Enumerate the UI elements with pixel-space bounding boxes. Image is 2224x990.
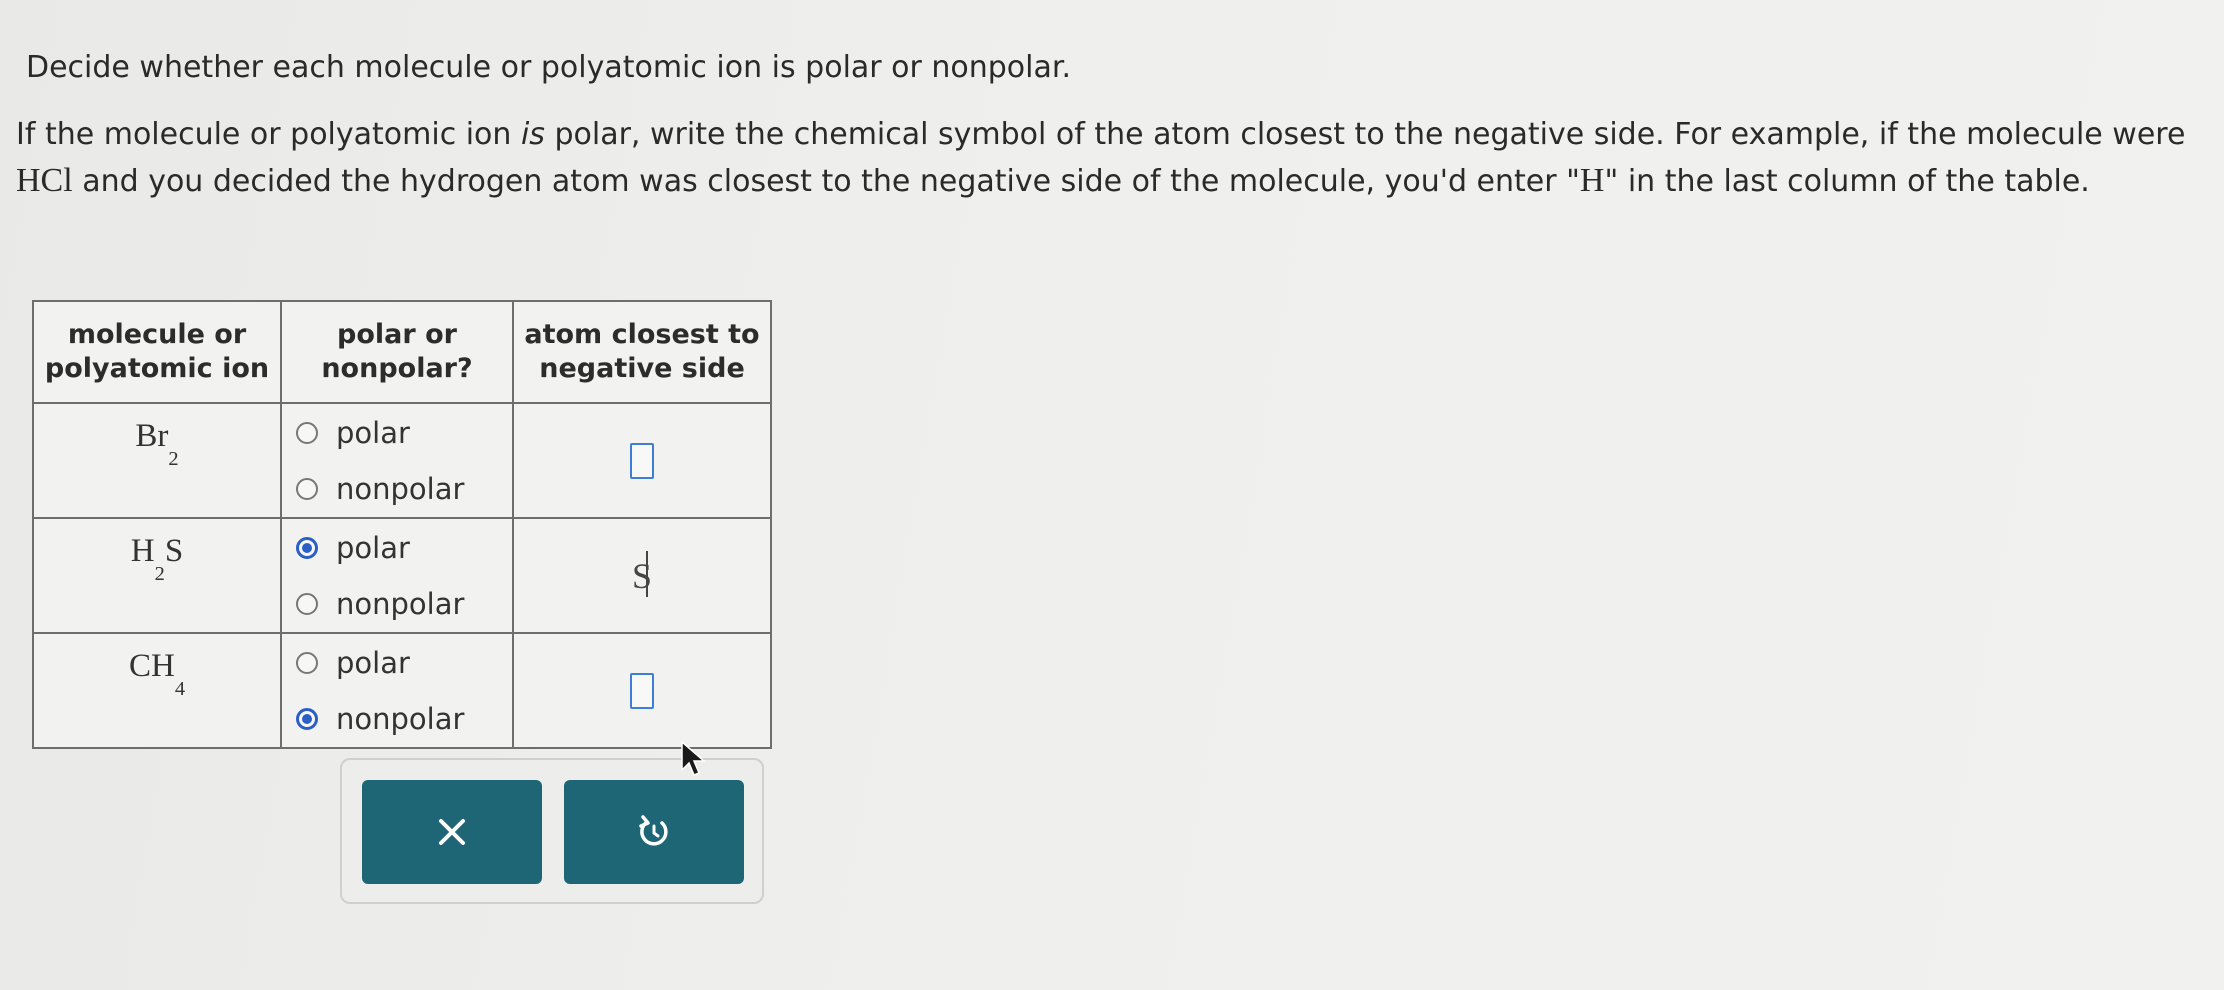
radio-polar-selected[interactable] bbox=[296, 536, 318, 559]
option-nonpolar[interactable]: nonpolar bbox=[282, 461, 512, 517]
radio-polar[interactable] bbox=[296, 651, 318, 674]
polarity-options: polar nonpolar bbox=[280, 632, 514, 749]
answer-input[interactable] bbox=[630, 672, 654, 709]
radio-nonpolar[interactable] bbox=[296, 592, 318, 615]
polarity-table: molecule or polyatomic ion polar or nonpol… bbox=[32, 300, 772, 749]
example-formula: HCl bbox=[16, 162, 73, 199]
instruction-text-b: polar, write the chemical symbol of the … bbox=[544, 117, 2186, 152]
option-nonpolar[interactable]: nonpolar bbox=[282, 576, 512, 632]
undo-icon bbox=[639, 815, 668, 846]
polarity-options: polar nonpolar bbox=[280, 402, 514, 519]
answer-input[interactable]: S bbox=[632, 550, 652, 597]
instruction-line-1: Decide whether each molecule or polyatom… bbox=[26, 50, 1071, 85]
header-atom: atom closest to negative side bbox=[512, 300, 772, 404]
table-row: H2S polar nonpolar S bbox=[32, 517, 772, 634]
option-nonpolar[interactable]: nonpolar bbox=[282, 691, 512, 747]
x-icon bbox=[439, 819, 465, 845]
option-polar[interactable]: polar bbox=[282, 520, 512, 576]
mouse-cursor-icon bbox=[681, 740, 707, 776]
molecule-formula: Br2 bbox=[32, 402, 282, 519]
undo-button[interactable] bbox=[564, 780, 744, 884]
header-row: molecule or polyatomic ion polar or nonpol… bbox=[32, 300, 772, 404]
clear-button[interactable] bbox=[362, 780, 542, 884]
instruction-text-d: " in the last column of the table. bbox=[1604, 164, 2090, 199]
molecule-formula: CH4 bbox=[32, 632, 282, 749]
radio-nonpolar[interactable] bbox=[296, 477, 318, 500]
header-molecule: molecule or polyatomic ion bbox=[32, 300, 282, 404]
table-row: Br2 polar nonpolar bbox=[32, 402, 772, 519]
answer-cell: S bbox=[512, 517, 772, 634]
header-polarity: polar or nonpolar? bbox=[280, 300, 514, 404]
molecule-formula: H2S bbox=[32, 517, 282, 634]
radio-polar[interactable] bbox=[296, 421, 318, 444]
instruction-emphasis-is: is bbox=[520, 117, 545, 152]
radio-nonpolar-selected[interactable] bbox=[296, 707, 318, 730]
instruction-text-a: If the molecule or polyatomic ion bbox=[16, 117, 521, 152]
polarity-options: polar nonpolar bbox=[280, 517, 514, 634]
example-symbol: H bbox=[1579, 162, 1605, 199]
answer-cell bbox=[512, 632, 772, 749]
instruction-text-c: and you decided the hydrogen atom was cl… bbox=[72, 164, 1580, 199]
answer-input[interactable] bbox=[630, 442, 654, 479]
option-polar[interactable]: polar bbox=[282, 635, 512, 691]
instruction-paragraph: If the molecule or polyatomic ion is pol… bbox=[16, 112, 2206, 205]
option-polar[interactable]: polar bbox=[282, 405, 512, 461]
table-row: CH4 polar nonpolar bbox=[32, 632, 772, 749]
answer-cell bbox=[512, 402, 772, 519]
